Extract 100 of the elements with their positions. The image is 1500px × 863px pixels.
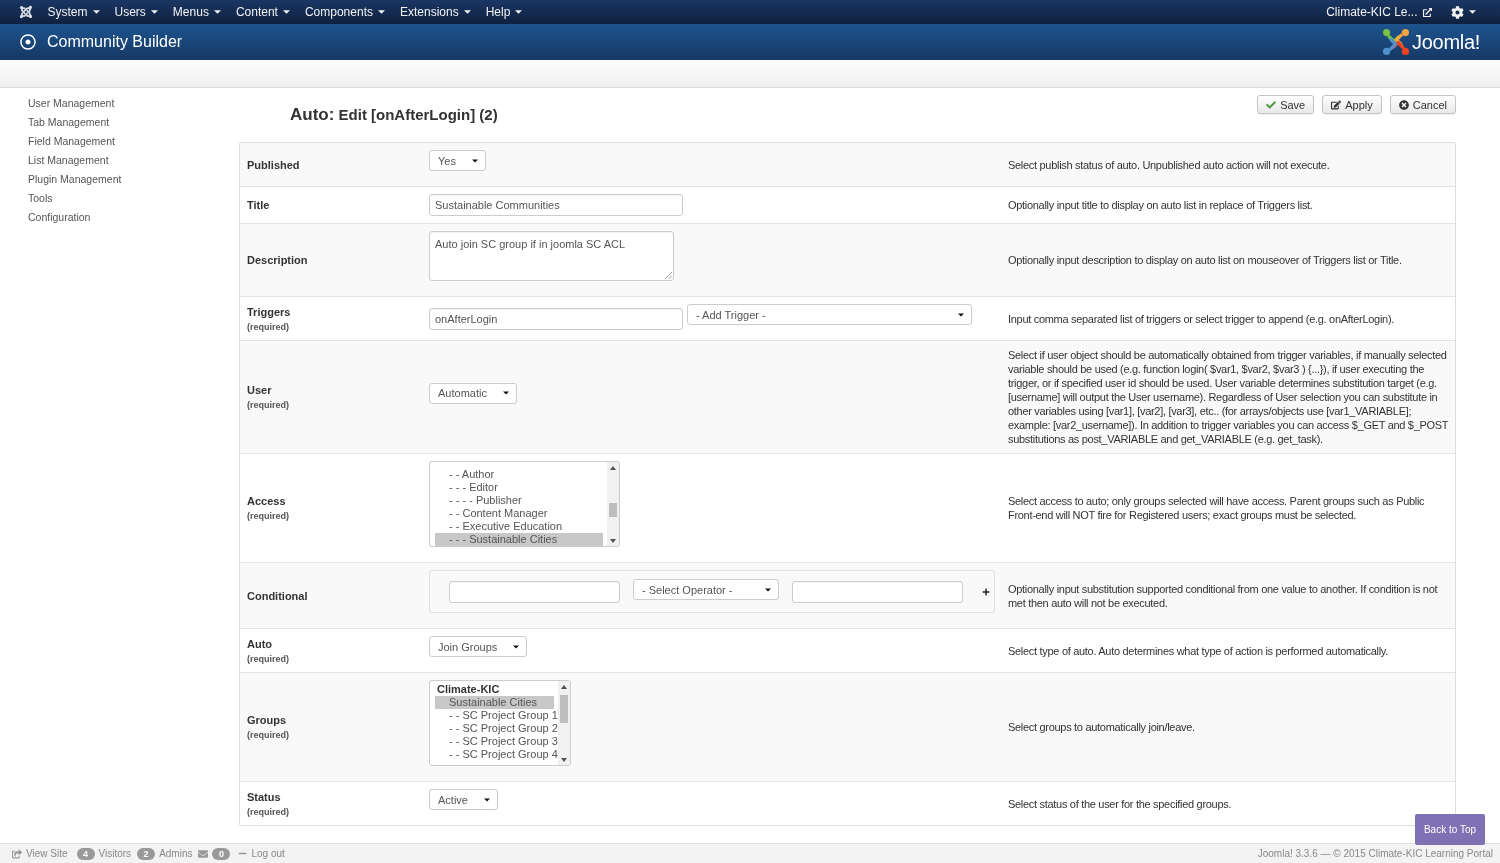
- brand-name: Joomla!: [1412, 30, 1480, 54]
- menu-item[interactable]: Extensions: [392, 0, 479, 24]
- caret-icon: [765, 587, 771, 592]
- dropdown[interactable]: - Add Trigger -: [687, 304, 972, 325]
- text-input[interactable]: onAfterLogin: [429, 308, 683, 330]
- field-label: Description: [247, 253, 308, 267]
- scrollbar[interactable]: [607, 462, 619, 546]
- dropdown[interactable]: Yes: [429, 150, 486, 171]
- save-button[interactable]: Save: [1257, 95, 1315, 114]
- required-note: (required): [247, 805, 289, 818]
- list-option[interactable]: Sustainable Cities: [435, 696, 554, 709]
- plus-icon[interactable]: [982, 587, 990, 596]
- back-to-top-button[interactable]: Back to Top: [1415, 814, 1485, 845]
- menu-item[interactable]: System: [40, 0, 107, 24]
- caret-icon: [513, 644, 520, 649]
- sidebar-link[interactable]: User Management: [28, 94, 115, 113]
- resize-grip-icon[interactable]: [665, 272, 672, 279]
- listbox[interactable]: - - Author - - - Editor - - - - Publisher - - Content Manager - - Executive Education - - - Sustainable Cities: [429, 461, 620, 547]
- scrollbar-thumb[interactable]: [560, 695, 568, 723]
- text-input[interactable]: Sustainable Communities: [429, 194, 683, 216]
- sidebar-link[interactable]: Field Management: [28, 132, 115, 151]
- caret-icon: [92, 10, 100, 14]
- caret-icon: [377, 10, 385, 14]
- required-note: (required): [247, 510, 289, 522]
- field-description: Optionally input description to display on auto list on mouseover of Triggers list or Title.: [1008, 253, 1403, 267]
- dropdown[interactable]: Automatic: [429, 382, 517, 404]
- field-label: Published: [247, 157, 300, 172]
- caret-icon: [463, 10, 471, 14]
- settings-icon: [1450, 5, 1464, 19]
- field-label: Groups: [247, 713, 287, 727]
- scroll-down-icon[interactable]: [610, 539, 616, 543]
- footer-copyright: Joomla! 3.3.6 — © 2015 Climate-KIC Learning Portal: [1257, 848, 1493, 859]
- sidebar-link[interactable]: Tab Management: [28, 113, 110, 132]
- site-link[interactable]: Climate-KIC Le...: [1318, 0, 1439, 24]
- caret-icon: [483, 797, 490, 802]
- field-description: Select status of the user for the specified groups.: [1008, 796, 1233, 811]
- dropdown[interactable]: - Select Operator -: [633, 579, 779, 600]
- sidebar-link[interactable]: List Management: [28, 151, 109, 170]
- caret-icon: [282, 10, 290, 14]
- menu-item[interactable]: Content: [228, 0, 298, 24]
- scroll-down-icon[interactable]: [561, 758, 567, 762]
- check-icon: [1266, 99, 1277, 110]
- field-description: Select type of auto. Auto determines what type of action is performed automatically.: [1008, 643, 1389, 658]
- count-badge: 2: [137, 847, 156, 860]
- list-group-label[interactable]: Climate-KIC: [435, 683, 554, 696]
- apply-button[interactable]: Apply: [1322, 95, 1382, 114]
- list-option[interactable]: - - - Sustainable Cities: [435, 533, 603, 546]
- field-description: Select if user object should be automatically obtained from trigger variables, if manually selected variable should be used (e.g. function login( $var1, $var2, $var3 ) {...}), if user executing the trigger, or if specified user id should be used. User variable determines substitution target (e.g. [username] will output the User username). Regardless of User selection you can substitute in other variables using [var1], [var2], [var3], etc.. (for arrays/objects use [var1_VARIABLE]; example: [var2_username]). In addition to trigger variables you can access $_GET and $_POST substitutions as post_VARIABLE and get_VARIABLE (e.g. get_task).: [1008, 348, 1450, 446]
- external-link-icon: [1422, 7, 1432, 17]
- cancel-button[interactable]: Cancel: [1389, 95, 1456, 114]
- field-description: Optionally input title to display on auto list in replace of Triggers list.: [1008, 198, 1314, 212]
- cancel-icon: [1398, 99, 1409, 110]
- required-note: (required): [247, 320, 289, 333]
- field-label: Triggers: [247, 304, 291, 319]
- field-label: Conditional: [247, 588, 308, 603]
- scrollbar-thumb[interactable]: [609, 503, 617, 517]
- sidebar-link[interactable]: Plugin Management: [28, 170, 122, 189]
- dropdown[interactable]: Join Groups: [429, 636, 528, 657]
- required-note: (required): [247, 729, 289, 741]
- field-description: Select publish status of auto. Unpublished auto action will not execute.: [1008, 157, 1331, 172]
- field-description: Select groups to automatically join/leave.: [1008, 720, 1196, 734]
- text-input[interactable]: [449, 580, 620, 603]
- list-option[interactable]: - - - - Publisher: [435, 494, 603, 507]
- component-title: Community Builder: [47, 33, 183, 51]
- logo-icon: [1383, 29, 1410, 55]
- field-label: Auto: [247, 636, 273, 651]
- textarea-field[interactable]: Auto join SC group if in joomla SC ACL: [429, 231, 674, 281]
- list-option[interactable]: - - Executive Education: [435, 520, 603, 533]
- required-note: (required): [247, 399, 289, 411]
- caret-icon: [1468, 10, 1476, 14]
- field-label: Access: [247, 494, 286, 508]
- menu-item[interactable]: Help: [478, 0, 530, 24]
- count-badge: 4: [76, 847, 95, 860]
- field-label: Title: [247, 198, 270, 212]
- caret-icon: [515, 10, 523, 14]
- page-title: Auto: Edit [onAfterLogin] (2): [290, 104, 498, 125]
- menu-item[interactable]: Components: [297, 0, 393, 24]
- share-icon: [12, 848, 22, 859]
- menu-item[interactable]: Users: [107, 0, 166, 24]
- caret-icon: [471, 158, 478, 163]
- text-input[interactable]: [792, 580, 963, 603]
- list-option[interactable]: - - Content Manager: [435, 507, 603, 520]
- sidebar-link[interactable]: Configuration: [28, 208, 91, 227]
- scroll-up-icon[interactable]: [561, 685, 567, 689]
- caret-icon: [150, 10, 158, 14]
- scroll-up-icon[interactable]: [610, 466, 616, 470]
- sidebar-link[interactable]: Tools: [28, 189, 53, 208]
- edit-icon: [1331, 99, 1342, 110]
- dropdown[interactable]: Active: [429, 789, 498, 810]
- scrollbar[interactable]: [558, 681, 570, 765]
- menu-item[interactable]: Menus: [165, 0, 229, 24]
- list-option[interactable]: - - - Editor: [435, 481, 603, 494]
- caret-icon: [213, 10, 221, 14]
- required-note: (required): [247, 652, 289, 665]
- list-option[interactable]: - - Author: [435, 468, 603, 481]
- listbox[interactable]: Climate-KIC Sustainable Cities - - SC Project Group 1 - - SC Project Group 2 - - SC Project Group 3 - - SC Project Group 4: [429, 680, 571, 766]
- logo-icon[interactable]: [19, 5, 33, 19]
- field-label: User: [247, 383, 272, 397]
- mail-icon: [198, 848, 209, 859]
- field-description: Input comma separated list of triggers or select trigger to append (e.g. onAfterLogin).: [1008, 311, 1395, 326]
